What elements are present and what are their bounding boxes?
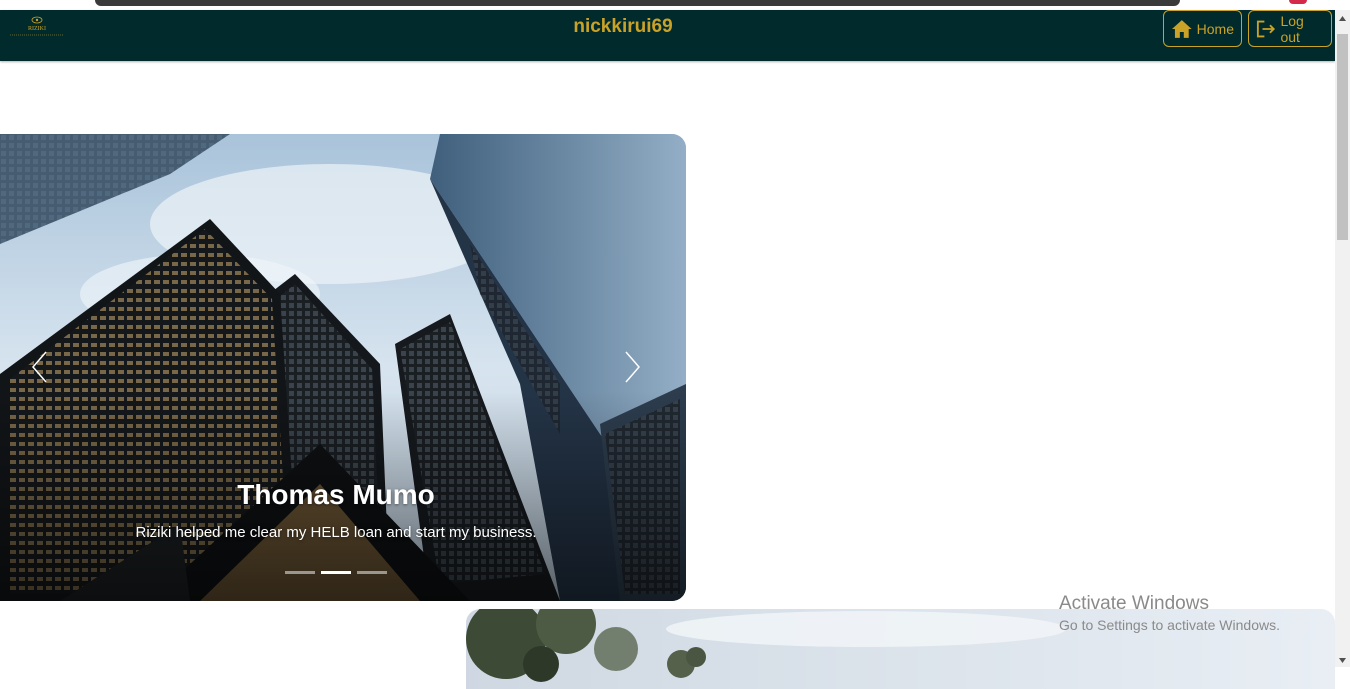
home-button-label: Home [1196, 20, 1234, 37]
chevron-left-icon[interactable] [24, 342, 54, 392]
browser-flag-icon [1289, 0, 1307, 4]
page-scrollbar[interactable] [1335, 10, 1350, 667]
scroll-down-icon[interactable] [1338, 656, 1347, 665]
scrollbar-thumb[interactable] [1337, 34, 1348, 240]
chevron-right-icon[interactable] [618, 342, 648, 392]
activate-windows-watermark: Activate Windows Go to Settings to activ… [1059, 593, 1280, 633]
username-label: nickkirui69 [573, 16, 673, 37]
browser-tab-bar [95, 0, 1180, 6]
logout-button[interactable]: Log out [1248, 10, 1332, 47]
carousel-indicator-2[interactable] [321, 571, 351, 574]
activate-windows-title: Activate Windows [1059, 593, 1209, 614]
scroll-up-icon[interactable] [1338, 14, 1347, 23]
testimonial-author: Thomas Mumo [237, 479, 435, 510]
testimonial-text: Riziki helped me clear my HELB loan and … [135, 524, 537, 541]
logout-icon [1256, 20, 1276, 37]
riziki-logo[interactable]: RIZIKI [6, 15, 68, 39]
logout-button-label: Log out [1280, 12, 1304, 45]
testimonial-carousel: Thomas Mumo Riziki helped me clear my HE… [0, 134, 686, 601]
svg-text:RIZIKI: RIZIKI [28, 26, 46, 32]
carousel-indicator-3[interactable] [357, 571, 387, 574]
top-navbar: RIZIKI nickkirui69 Home Log out [0, 10, 1335, 61]
home-icon [1171, 19, 1192, 38]
browser-chrome-strip [0, 0, 1350, 10]
activate-windows-subtitle: Go to Settings to activate Windows. [1059, 617, 1280, 633]
home-button[interactable]: Home [1163, 10, 1242, 47]
carousel-indicator-1[interactable] [285, 571, 315, 574]
